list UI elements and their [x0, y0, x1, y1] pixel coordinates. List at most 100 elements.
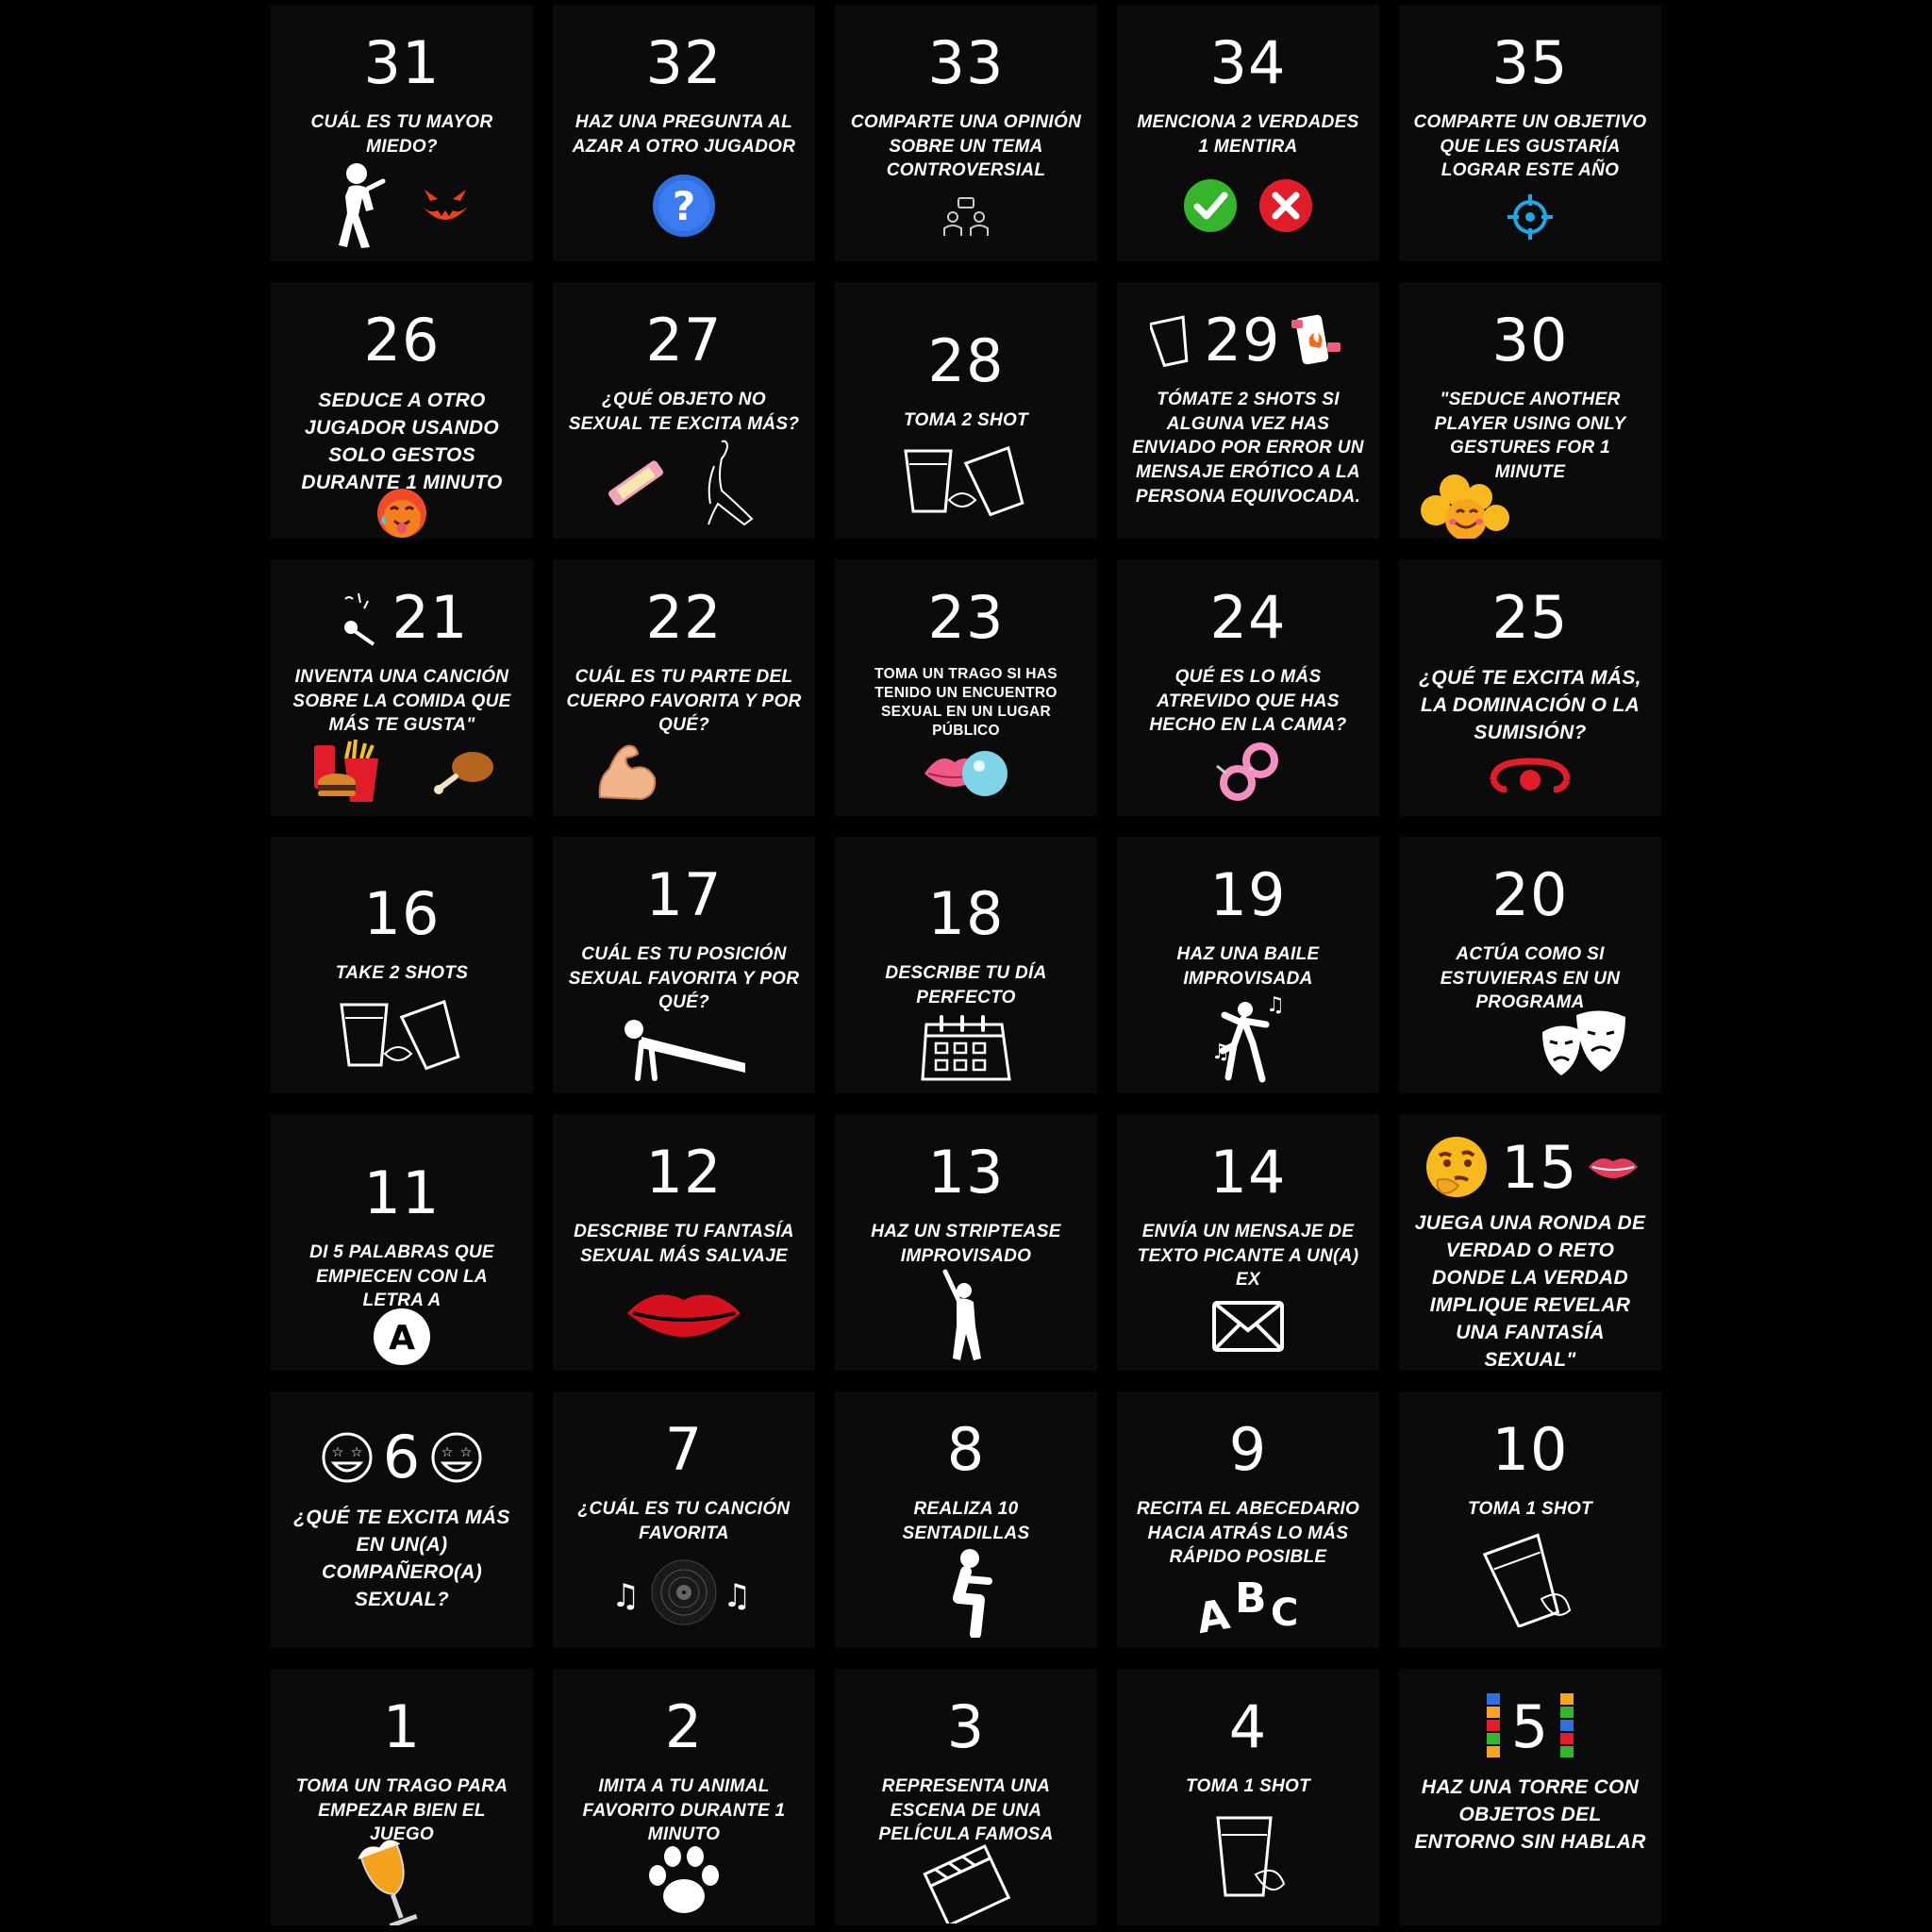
- scared-person-icon: [339, 163, 386, 249]
- svg-text:♫: ♫: [723, 1577, 751, 1615]
- tile-17[interactable]: 17 CUÁL ES TU POSICIÓN SEXUAL FAVORITA Y…: [553, 837, 815, 1093]
- tile-text: TAKE 2 SHOTS: [335, 963, 469, 983]
- svg-text:A: A: [389, 1319, 415, 1357]
- tile-9[interactable]: 9 RECITA EL ABECEDARIO HACIA ATRÁS LO MÁ…: [1117, 1391, 1379, 1648]
- svg-text:☆: ☆: [331, 1445, 343, 1460]
- tile-19[interactable]: 19 HAZ UNA BAILE IMPROVISADA ♫ ♫: [1117, 837, 1379, 1093]
- tile-5[interactable]: 5 HAZ UNA TORRE CON OBJETOS DEL ENTORNO …: [1399, 1669, 1661, 1925]
- check-circle-icon: [1184, 178, 1237, 232]
- tile-3[interactable]: 3 REPRESENTA UNA ESCENA DE UNA PELÍCULA …: [835, 1669, 1097, 1925]
- svg-text:♫: ♫: [1211, 1041, 1230, 1064]
- tile-number: 11: [363, 1158, 441, 1227]
- tile-text: ¿QUÉ TE EXCITA MÁS, LA DOMINACIÓN O LA S…: [1419, 667, 1641, 743]
- tile-text: QUÉ ES LO MÁS ATREVIDO QUE HAS HECHO EN …: [1149, 667, 1347, 736]
- tile-text: ACTÚA COMO SI ESTUVIERAS EN UN PROGRAMA: [1440, 944, 1621, 1013]
- tile-text: TOMA 2 SHOT: [903, 410, 1029, 430]
- tile-number: 21: [391, 583, 469, 652]
- tile-number: 28: [927, 326, 1005, 395]
- tile-number: 14: [1209, 1138, 1287, 1207]
- tile-10[interactable]: 10 TOMA 1 SHOT: [1399, 1391, 1661, 1648]
- lips-bubble-icon: [924, 751, 1008, 797]
- tile-text: ENVÍA UN MENSAJE DE TEXTO PICANTE A UN(A…: [1137, 1222, 1359, 1291]
- tile-29[interactable]: 29 TÓMATE 2 SHOTS SI ALGUNA VEZ HAS ENVI…: [1117, 282, 1379, 539]
- tile-number: 17: [645, 860, 723, 929]
- vinyl-record-icon: [651, 1559, 717, 1625]
- tile-35[interactable]: 35 COMPARTE UN OBJETIVO QUE LES GUSTARÍA…: [1399, 5, 1661, 261]
- tile-text: HAZ UNA TORRE CON OBJETOS DEL ENTORNO SI…: [1414, 1776, 1646, 1853]
- tile-text: TOMA 1 SHOT: [1467, 1499, 1593, 1519]
- flexed-arm-icon: [598, 745, 657, 801]
- tile-26[interactable]: 26 SEDUCE A OTRO JUGADOR USANDO SOLO GES…: [271, 282, 533, 539]
- tile-1[interactable]: 1 TOMA UN TRAGO PARA EMPEZAR BIEN EL JUE…: [271, 1669, 533, 1925]
- tile-text: HAZ UN STRIPTEASE IMPROVISADO: [871, 1222, 1061, 1266]
- tile-11[interactable]: 11 DI 5 PALABRAS QUE EMPIECEN CON LA LET…: [271, 1114, 533, 1371]
- envelope-icon: [1212, 1301, 1284, 1353]
- tile-14[interactable]: 14 ENVÍA UN MENSAJE DE TEXTO PICANTE A U…: [1117, 1114, 1379, 1371]
- tile-6[interactable]: ☆ ☆ 6 ☆ ☆ ¿QUÉ TE EXCITA MÁS EN UN(A) CO…: [271, 1391, 533, 1648]
- tile-32[interactable]: 32 HAZ UNA PREGUNTA AL AZAR A OTRO JUGAD…: [553, 5, 815, 261]
- tile-2[interactable]: 2 IMITA A TU ANIMAL FAVORITO DURANTE 1 M…: [553, 1669, 815, 1925]
- tile-16[interactable]: 16 TAKE 2 SHOTS: [271, 837, 533, 1093]
- tile-23[interactable]: 23 TOMA UN TRAGO SI HAS TENIDO UN ENCUEN…: [835, 559, 1097, 816]
- tile-number: 16: [363, 879, 441, 948]
- tile-8[interactable]: 8 REALIZA 10 SENTADILLAS: [835, 1391, 1097, 1648]
- tile-number: 29: [1204, 306, 1281, 375]
- tile-number: 23: [927, 583, 1005, 652]
- pumpkin-face-icon: [423, 189, 468, 220]
- tile-24[interactable]: 24 QUÉ ES LO MÁS ATREVIDO QUE HAS HECHO …: [1117, 559, 1379, 816]
- tile-number: 12: [645, 1138, 723, 1207]
- tile-number: 35: [1491, 28, 1569, 97]
- tile-15[interactable]: 15 JUEGA UNA RONDA DE VERDAD O RETO DOND…: [1399, 1114, 1661, 1371]
- tile-text: JUEGA UNA RONDA DE VERDAD O RETO DONDE L…: [1414, 1212, 1646, 1371]
- tile-18[interactable]: 18 DESCRIBE TU DÍA PERFECTO: [835, 837, 1097, 1093]
- star-eyes-face-icon: ☆ ☆: [431, 1432, 482, 1483]
- tile-text: COMPARTE UNA OPINIÓN SOBRE UN TEMA CONTR…: [850, 112, 1082, 181]
- tile-text: CUÁL ES TU MAYOR MIEDO?: [310, 112, 493, 157]
- handcuffs-icon: [1216, 742, 1278, 802]
- tile-21[interactable]: 21 INVENTA UNA CANCIÓN SOBRE LA COMIDA Q…: [271, 559, 533, 816]
- paw-icon: [649, 1846, 719, 1914]
- tile-text: DESCRIBE TU FANTASÍA SEXUAL MÁS SALVAJE: [574, 1222, 794, 1266]
- tile-text: MENCIONA 2 VERDADES 1 MENTIRA: [1137, 112, 1359, 157]
- tile-34[interactable]: 34 MENCIONA 2 VERDADES 1 MENTIRA: [1117, 5, 1379, 261]
- shot-glass-icon: [1149, 315, 1188, 367]
- tile-4[interactable]: 4 TOMA 1 SHOT: [1117, 1669, 1379, 1925]
- question-circle-icon: ?: [653, 174, 715, 237]
- cross-circle-icon: [1259, 178, 1312, 232]
- tile-28[interactable]: 28 TOMA 2 SHOT: [835, 282, 1097, 539]
- tile-number: 20: [1491, 860, 1569, 929]
- tile-text: TOMA 1 SHOT: [1185, 1776, 1311, 1796]
- tile-text: HAZ UNA PREGUNTA AL AZAR A OTRO JUGADOR: [572, 112, 796, 157]
- tile-22[interactable]: 22 CUÁL ES TU PARTE DEL CUERPO FAVORITA …: [553, 559, 815, 816]
- tile-number: 3: [946, 1692, 986, 1761]
- phone-hearts-icon: [1291, 314, 1341, 365]
- tile-number: 30: [1491, 306, 1569, 375]
- tile-text: DI 5 PALABRAS QUE EMPIECEN CON LA LETRA …: [309, 1242, 494, 1311]
- tile-number: 1: [382, 1692, 422, 1761]
- squat-icon: [953, 1548, 992, 1638]
- tile-25[interactable]: 25 ¿QUÉ TE EXCITA MÁS, LA DOMINACIÓN O L…: [1399, 559, 1661, 816]
- tile-20[interactable]: 20 ACTÚA COMO SI ESTUVIERAS EN UN PROGRA…: [1399, 837, 1661, 1093]
- letter-a-icon: A: [374, 1308, 430, 1366]
- tile-12[interactable]: 12 DESCRIBE TU FANTASÍA SEXUAL MÁS SALVA…: [553, 1114, 815, 1371]
- block-tower-icon: [1486, 1693, 1500, 1757]
- tile-30[interactable]: 30 "SEDUCE ANOTHER PLAYER USING ONLY GES…: [1399, 282, 1661, 539]
- tile-text: HAZ UNA BAILE IMPROVISADA: [1176, 944, 1320, 989]
- kiss-lips-icon: [1589, 1158, 1639, 1178]
- svg-text:☆: ☆: [460, 1445, 473, 1460]
- tile-number: 18: [927, 879, 1005, 948]
- tile-33[interactable]: 33 COMPARTE UNA OPINIÓN SOBRE UN TEMA CO…: [835, 5, 1097, 261]
- tile-number: 34: [1209, 28, 1287, 97]
- tile-text: REALIZA 10 SENTADILLAS: [902, 1499, 1030, 1543]
- tile-31[interactable]: 31 CUÁL ES TU MAYOR MIEDO?: [271, 5, 533, 261]
- abc-letters-icon: A B C: [1193, 1574, 1299, 1637]
- ball-gag-icon: [1490, 758, 1571, 793]
- tile-13[interactable]: 13 HAZ UN STRIPTEASE IMPROVISADO: [835, 1114, 1097, 1371]
- tile-27[interactable]: 27 ¿QUÉ OBJETO NO SEXUAL TE EXCITA MÁS?: [553, 282, 815, 539]
- pushup-icon: [625, 1020, 745, 1082]
- tile-text: ¿CUÁL ES TU CANCIÓN FAVORITA: [577, 1499, 791, 1543]
- tile-text: ¿QUÉ TE EXCITA MÁS EN UN(A) COMPAÑERO(A)…: [293, 1507, 510, 1610]
- tile-7[interactable]: 7 ¿CUÁL ES TU CANCIÓN FAVORITA ♫ ♫: [553, 1391, 815, 1648]
- svg-text:♫: ♫: [611, 1577, 640, 1615]
- shot-glasses-icon: [340, 999, 460, 1071]
